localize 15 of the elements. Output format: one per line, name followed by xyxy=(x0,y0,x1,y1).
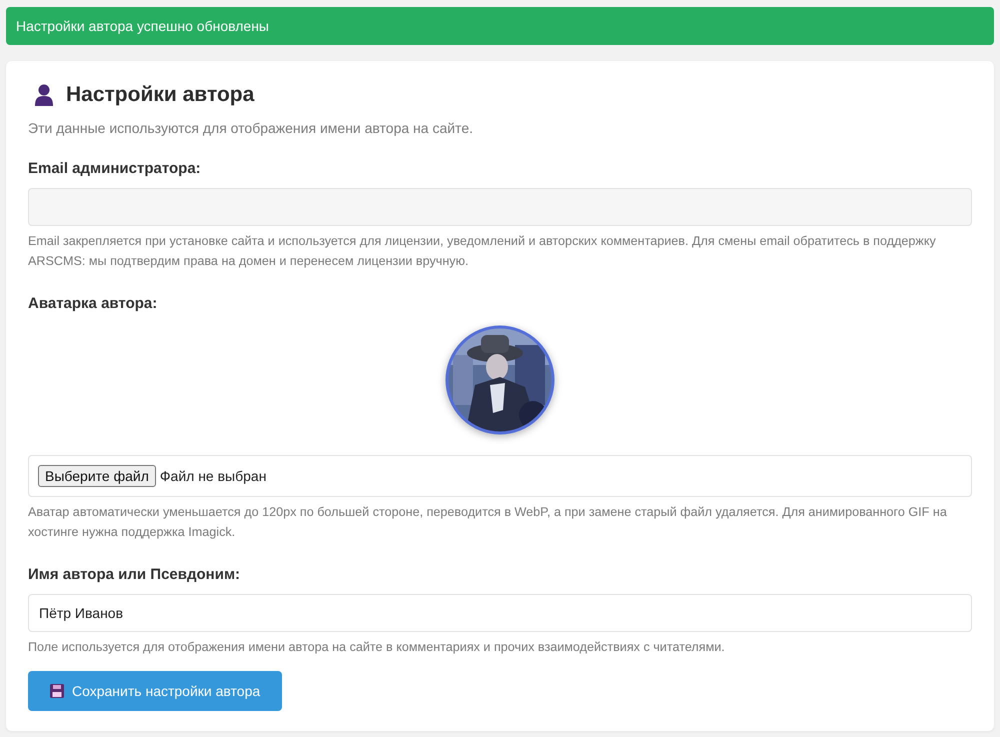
email-field[interactable] xyxy=(28,188,972,226)
field-label: Аватарка автора: xyxy=(28,295,158,312)
field-label: Имя автора или Псевдоним: xyxy=(28,566,242,583)
help-text: Аватар автоматически уменьшается до 120px по большей стороне, переводится в WebP, а при замене старый файл удаляется. Для анимированного GIF на хостинге нужна поддержка Imagick. xyxy=(28,504,948,541)
section-title: Настройки автора xyxy=(66,83,254,107)
file-field[interactable]: Выберите файл Файл не выбран xyxy=(28,455,972,497)
success-alert: Настройки автора успешно обновлены xyxy=(6,7,994,45)
user-icon xyxy=(34,84,54,106)
name-field[interactable]: Пётр Иванов xyxy=(28,594,972,632)
choose-file-button[interactable]: Выберите файл xyxy=(38,465,156,487)
help-text: Email закрепляется при установке сайта и используется для лицензии, уведомлений и авторских комментариев. Для смены email обратитесь в поддержку ARSCMS: мы подтвердим права на домен и перенесем лицензии вручную. xyxy=(28,233,937,270)
help-text: Поле используется для отображения имени автора на сайте в комментариях и прочих взаимодействиях с читателями. xyxy=(28,639,726,656)
field-label: Email администратора: xyxy=(28,160,202,177)
section-subtitle: Эти данные используются для отображения имени автора на сайте. xyxy=(28,120,474,136)
file-status: Файл не выбран xyxy=(160,468,266,484)
